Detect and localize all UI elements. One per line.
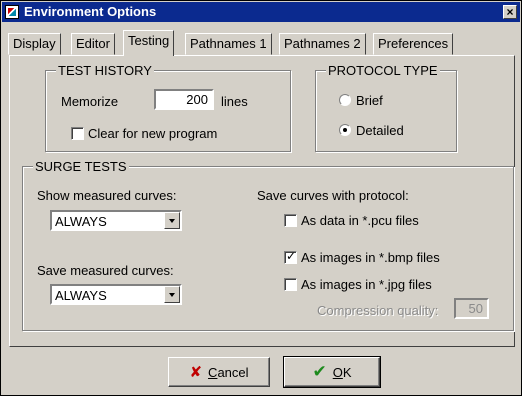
compression-quality-input[interactable]: 50 — [454, 298, 489, 319]
show-measured-curves-select[interactable]: ALWAYS — [50, 210, 182, 231]
ok-button-label: OK — [332, 364, 352, 380]
jpg-files-label[interactable]: As images in *.jpg files — [301, 277, 432, 292]
lines-label: lines — [221, 94, 248, 109]
tab-preferences[interactable]: Preferences — [373, 33, 454, 55]
test-history-title: TEST HISTORY — [56, 63, 154, 78]
pcu-files-label[interactable]: As data in *.pcu files — [301, 213, 419, 228]
compression-quality-label: Compression quality: — [317, 303, 439, 318]
radio-brief[interactable] — [339, 94, 351, 106]
chevron-down-icon[interactable] — [164, 212, 180, 229]
environment-options-dialog: Environment Options × Display Editor Tes… — [0, 0, 522, 396]
pcu-files-checkbox[interactable] — [284, 214, 297, 227]
radio-detailed-label[interactable]: Detailed — [356, 123, 404, 138]
save-measured-curves-label: Save measured curves: — [37, 263, 174, 278]
protocol-type-title: PROTOCOL TYPE — [326, 63, 440, 78]
checkmark-icon: ✔ — [312, 362, 327, 381]
x-icon: ✘ — [189, 364, 203, 381]
radio-detailed[interactable] — [339, 124, 351, 136]
tab-display[interactable]: Display — [8, 33, 61, 55]
save-curves-with-protocol-label: Save curves with protocol: — [257, 188, 409, 203]
show-measured-curves-value: ALWAYS — [55, 214, 107, 229]
title-bar[interactable]: Environment Options × — [2, 2, 520, 22]
tab-pathnames-1[interactable]: Pathnames 1 — [185, 33, 272, 55]
tab-testing[interactable]: Testing — [123, 30, 175, 56]
cancel-button[interactable]: ✘ Cancel — [168, 357, 270, 387]
cancel-button-label: Cancel — [208, 364, 249, 380]
memorize-input[interactable]: 200 — [154, 89, 214, 110]
memorize-label: Memorize — [61, 94, 119, 109]
app-icon — [5, 5, 19, 19]
clear-for-new-program-checkbox[interactable] — [71, 127, 84, 140]
protocol-type-group: PROTOCOL TYPE — [315, 63, 457, 152]
save-measured-curves-select[interactable]: ALWAYS — [50, 284, 182, 305]
ok-button[interactable]: ✔ OK — [283, 356, 381, 388]
surge-tests-title: SURGE TESTS — [33, 159, 129, 174]
close-button[interactable]: × — [503, 5, 517, 19]
tab-editor[interactable]: Editor — [71, 33, 115, 55]
bmp-files-label[interactable]: As images in *.bmp files — [301, 250, 440, 265]
tab-pathnames-2[interactable]: Pathnames 2 — [279, 33, 366, 55]
bmp-files-checkbox[interactable] — [284, 249, 297, 264]
window-title: Environment Options — [24, 4, 157, 19]
jpg-files-checkbox[interactable] — [284, 278, 297, 291]
chevron-down-icon[interactable] — [164, 286, 180, 303]
clear-for-new-program-label[interactable]: Clear for new program — [88, 126, 217, 141]
show-measured-curves-label: Show measured curves: — [37, 188, 177, 203]
radio-brief-label[interactable]: Brief — [356, 93, 383, 108]
save-measured-curves-value: ALWAYS — [55, 288, 107, 303]
